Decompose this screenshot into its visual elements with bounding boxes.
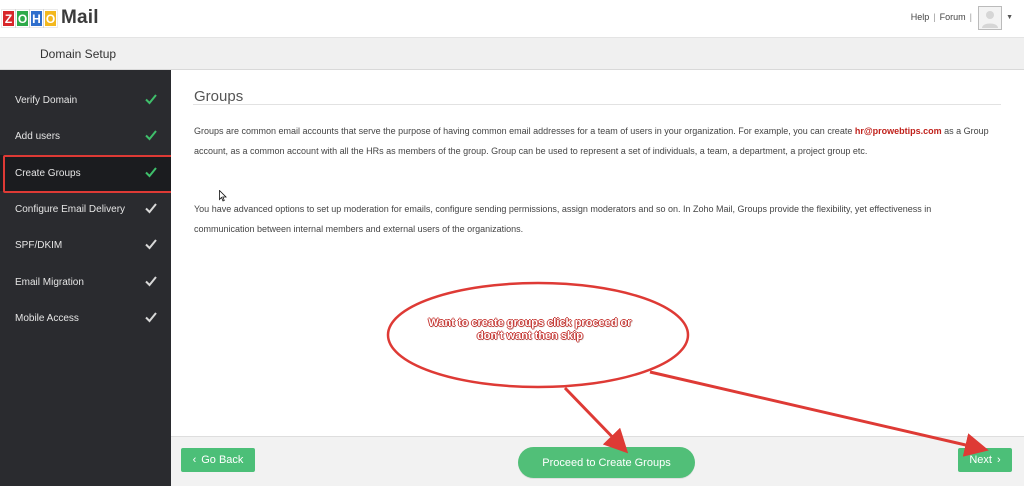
main-content: Groups Groups are common email accounts …	[171, 70, 1024, 436]
check-icon	[145, 94, 157, 105]
logo-letter-z: Z	[2, 9, 15, 27]
sidebar-item-label: Verify Domain	[15, 94, 78, 106]
sidebar-item-email-migration[interactable]: Email Migration	[0, 264, 171, 300]
mouse-cursor-icon	[219, 190, 227, 202]
page-title: Domain Setup	[40, 47, 117, 61]
sidebar-item-label: Email Migration	[15, 276, 84, 288]
check-icon	[145, 167, 157, 178]
sidebar-item-mobile-access[interactable]: Mobile Access	[0, 300, 171, 336]
groups-description: Groups are common email accounts that se…	[194, 121, 994, 161]
top-links: Help | Forum |	[911, 12, 972, 22]
groups-advanced-description: You have advanced options to set up mode…	[194, 204, 932, 234]
callout-line-2: don't want then skip	[477, 330, 583, 342]
check-icon	[145, 239, 157, 250]
user-avatar[interactable]	[978, 6, 1002, 30]
top-header: Z O H O Mail Help | Forum | ▼	[0, 0, 1024, 38]
sidebar-item-label: SPF/DKIM	[15, 239, 63, 251]
sidebar-item-spf-dkim[interactable]: SPF/DKIM	[0, 227, 171, 263]
sidebar-item-add-users[interactable]: Add users	[0, 118, 171, 154]
go-back-label: Go Back	[201, 454, 244, 466]
check-icon	[145, 312, 157, 323]
setup-steps-sidebar: Verify Domain Add users Create Groups Co…	[0, 70, 177, 486]
sidebar-item-label: Add users	[15, 130, 61, 142]
sidebar-item-verify-domain[interactable]: Verify Domain	[0, 82, 171, 118]
link-separator-2: |	[969, 12, 972, 22]
heading-divider	[193, 104, 1001, 105]
forum-link[interactable]: Forum	[940, 12, 966, 22]
sidebar-item-label: Create Groups	[15, 167, 81, 179]
go-back-button[interactable]: ‹ Go Back	[181, 448, 255, 472]
check-icon	[145, 276, 157, 287]
section-heading: Groups	[194, 88, 244, 105]
next-button[interactable]: Next ›	[958, 448, 1012, 472]
chevron-left-icon: ‹	[192, 454, 197, 466]
sidebar-item-create-groups[interactable]: Create Groups	[0, 155, 177, 191]
logo-letter-o: O	[16, 9, 29, 27]
logo-letter-o-2: O	[44, 9, 57, 27]
wizard-footer: ‹ Go Back Proceed to Create Groups Next …	[171, 436, 1024, 486]
user-silhouette-icon	[982, 11, 998, 28]
logo-letter-h: H	[30, 9, 43, 27]
callout-line-1: Want to create groups click proceed or	[428, 317, 632, 329]
sub-header: Domain Setup	[0, 38, 1024, 70]
zoho-mail-logo[interactable]: Z O H O Mail	[2, 6, 99, 30]
example-email: hr@prowebtips.com	[854, 126, 942, 136]
link-separator: |	[933, 12, 936, 22]
check-icon	[145, 130, 157, 141]
sidebar-item-label: Configure Email Delivery	[15, 203, 126, 215]
sidebar-item-configure-email-delivery[interactable]: Configure Email Delivery	[0, 191, 171, 227]
annotation-callout-text: Want to create groups click proceed or d…	[400, 317, 660, 343]
proceed-to-create-groups-button[interactable]: Proceed to Create Groups	[518, 447, 695, 478]
description-text: Groups are common email accounts that se…	[194, 126, 855, 136]
chevron-right-icon: ›	[996, 454, 1001, 466]
check-icon	[145, 203, 157, 214]
proceed-label: Proceed to Create Groups	[542, 456, 671, 469]
sidebar-item-label: Mobile Access	[15, 312, 79, 324]
next-label: Next	[969, 454, 992, 466]
help-link[interactable]: Help	[911, 12, 930, 22]
chevron-down-icon[interactable]: ▼	[1006, 14, 1013, 21]
logo-word: Mail	[61, 7, 99, 28]
